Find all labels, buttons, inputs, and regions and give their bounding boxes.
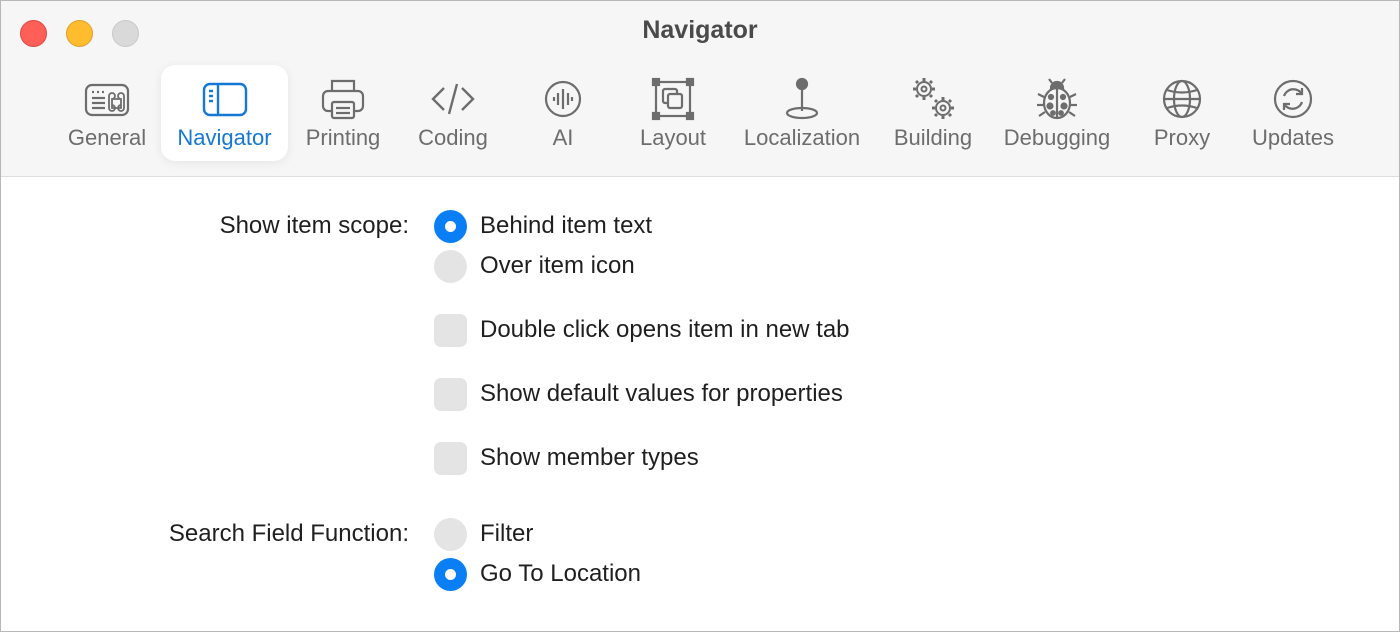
title-bar: Navigator General Navigator Printing Cod… [1, 1, 1399, 177]
keyboard-icon [84, 83, 130, 117]
globe-icon [1162, 79, 1202, 119]
location-pin-icon [785, 77, 819, 120]
tab-label: Printing [305, 125, 381, 150]
option-label: Behind item text [480, 212, 653, 239]
tab-debugging[interactable]: Debugging [997, 65, 1117, 161]
tab-label: Building [893, 125, 973, 150]
tab-building[interactable]: Building [883, 65, 983, 161]
option-label: Show member types [480, 444, 699, 471]
radio-behind-item-text[interactable]: Behind item text [434, 209, 652, 243]
tab-label: Navigator [177, 125, 272, 150]
checkbox[interactable] [434, 441, 467, 475]
tab-label: Coding [418, 125, 488, 150]
tab-label: Localization [743, 125, 861, 150]
radio-button[interactable] [434, 517, 467, 551]
option-label: Show default values for properties [480, 380, 843, 407]
checkbox-show-default-values[interactable]: Show default values for properties [434, 377, 843, 411]
checkbox-double-click-new-tab[interactable]: Double click opens item in new tab [434, 313, 850, 347]
tab-label: Debugging [1003, 125, 1111, 150]
tab-localization[interactable]: Localization [736, 65, 868, 161]
tab-ai[interactable]: AI [513, 65, 613, 161]
radio-filter[interactable]: Filter [434, 517, 533, 551]
gears-icon [913, 78, 954, 119]
tab-layout[interactable]: Layout [623, 65, 723, 161]
option-label: Double click opens item in new tab [480, 316, 850, 343]
waveform-icon [544, 80, 582, 118]
code-brackets-icon [431, 83, 475, 115]
refresh-icon [1273, 79, 1313, 119]
tab-general[interactable]: General [57, 65, 157, 161]
tab-navigator[interactable]: Navigator [161, 65, 288, 161]
radio-button-selected[interactable] [434, 557, 467, 591]
radio-over-item-icon[interactable]: Over item icon [434, 249, 635, 283]
tab-label: General [67, 125, 147, 150]
checkbox[interactable] [434, 377, 467, 411]
tab-coding[interactable]: Coding [403, 65, 503, 161]
search-field-function-label: Search Field Function: [168, 520, 409, 547]
settings-panel: Show item scope: Behind item text Over i… [1, 177, 1399, 631]
option-label: Over item icon [480, 252, 635, 279]
layout-frame-icon [651, 77, 695, 121]
checkbox-show-member-types[interactable]: Show member types [434, 441, 699, 475]
radio-button-selected[interactable] [434, 209, 467, 243]
preferences-window: Navigator General Navigator Printing Cod… [0, 0, 1400, 632]
checkbox[interactable] [434, 313, 467, 347]
sidebar-icon [202, 82, 247, 117]
tab-printing[interactable]: Printing [293, 65, 393, 161]
tab-label: Updates [1252, 125, 1334, 150]
ladybug-icon [1037, 78, 1077, 120]
window-title: Navigator [642, 16, 758, 44]
tab-label: Proxy [1153, 125, 1211, 150]
option-label: Go To Location [480, 560, 642, 587]
printer-icon [321, 79, 365, 120]
radio-button[interactable] [434, 249, 467, 283]
tab-label: Layout [639, 125, 707, 150]
radio-go-to-location[interactable]: Go To Location [434, 557, 641, 591]
tab-updates[interactable]: Updates [1243, 65, 1343, 161]
tab-label: AI [552, 125, 574, 150]
tab-proxy[interactable]: Proxy [1132, 65, 1232, 161]
option-label: Filter [480, 520, 534, 547]
item-scope-label: Show item scope: [219, 212, 409, 239]
